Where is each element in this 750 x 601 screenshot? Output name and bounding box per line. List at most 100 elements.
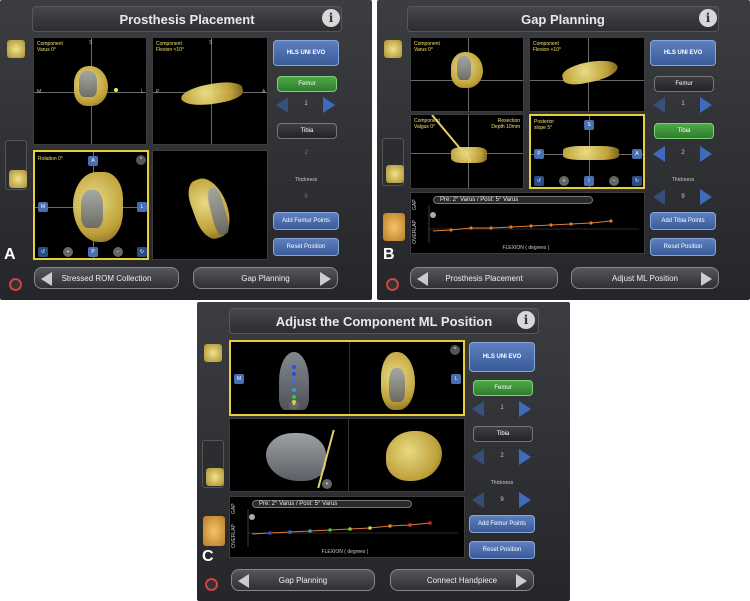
- panel-c: Adjust the Component ML Position i M + L…: [197, 302, 570, 601]
- femur-button[interactable]: Femur: [473, 380, 533, 396]
- nav-back-button[interactable]: Stressed ROM Collection: [34, 267, 179, 289]
- arrow-right-icon[interactable]: [700, 189, 712, 205]
- power-icon[interactable]: [9, 278, 22, 291]
- info-icon[interactable]: i: [699, 9, 717, 27]
- tibia-size: 2: [304, 150, 308, 156]
- knee-small-icon[interactable]: [9, 170, 27, 188]
- tibia-button[interactable]: Tibia: [654, 123, 714, 139]
- power-icon[interactable]: [205, 578, 218, 591]
- implant-button[interactable]: HLS UNI EVO: [650, 40, 716, 66]
- arrow-right-icon[interactable]: [700, 146, 712, 162]
- tibia-button[interactable]: Tibia: [473, 426, 533, 442]
- arrow-left-icon[interactable]: [472, 449, 484, 465]
- view-tibia-sagittal[interactable]: Posterior slope 5° S P A ↺ + I − ↻: [529, 114, 645, 189]
- gap-graph: Pre: 2° Varus / Post: 5° Varus GAP OVERL…: [410, 192, 645, 254]
- knee-icon[interactable]: [7, 40, 25, 58]
- view-sagittal[interactable]: Component Flexion +10°: [529, 37, 645, 112]
- rotate-left-button[interactable]: ↺: [534, 176, 544, 186]
- minus-button[interactable]: −: [609, 176, 619, 186]
- plus-button[interactable]: +: [559, 176, 569, 186]
- knee-small-icon[interactable]: [206, 468, 224, 486]
- reset-position-button[interactable]: Reset Position: [650, 238, 716, 256]
- view-label: Component Flexion +10°: [533, 41, 561, 53]
- i-button[interactable]: I: [584, 176, 594, 186]
- arrow-right-icon[interactable]: [519, 401, 531, 417]
- femur-button[interactable]: Femur: [277, 76, 337, 92]
- thickness-value: 9: [500, 497, 504, 503]
- s-button[interactable]: S: [584, 120, 594, 130]
- panel-letter: A: [4, 246, 16, 263]
- knee-icon[interactable]: [204, 344, 222, 362]
- view-sagittal[interactable]: Component Flexion <10° S P A: [152, 37, 268, 145]
- arrow-left-icon[interactable]: [276, 97, 288, 113]
- axis-label-s: S: [89, 40, 93, 46]
- implant-button[interactable]: HLS UNI EVO: [273, 40, 339, 66]
- view-tibia-coronal[interactable]: Component Valgus 0° Resection Depth 10mm: [410, 114, 524, 189]
- view-label: Resection Depth 10mm: [491, 118, 520, 130]
- arrow-right-icon[interactable]: [700, 97, 712, 113]
- implant-button[interactable]: HLS UNI EVO: [469, 342, 535, 372]
- p-button[interactable]: P: [534, 149, 544, 159]
- nav-forward-button[interactable]: Connect Handpiece: [390, 569, 534, 591]
- rotate-up-button[interactable]: A: [88, 156, 98, 166]
- knee-icon[interactable]: [384, 40, 402, 58]
- bone-cut-icon[interactable]: [203, 516, 225, 546]
- tibia-implant-model: [266, 433, 326, 481]
- info-icon[interactable]: i: [322, 9, 340, 27]
- l-button[interactable]: L: [137, 202, 147, 212]
- view-3d[interactable]: [152, 150, 268, 260]
- arrow-left-icon[interactable]: [653, 97, 665, 113]
- view-label: Component Flexion <10°: [156, 41, 184, 53]
- arrow-left-icon[interactable]: [653, 146, 665, 162]
- view-label: Component Varus 0°: [414, 41, 440, 53]
- nav-back-button[interactable]: Prosthesis Placement: [410, 267, 558, 289]
- panel-b: Gap Planning i Component Varus 0° Compon…: [377, 0, 750, 300]
- thickness-value: 9: [681, 194, 685, 200]
- arrow-right-icon[interactable]: [323, 97, 335, 113]
- view-coronal[interactable]: Component Varus 0° S M L: [33, 37, 147, 145]
- rotate-right-button[interactable]: ↻: [137, 247, 147, 257]
- femur-button[interactable]: Femur: [654, 76, 714, 92]
- panel-a: Prosthesis Placement i Component Varus 0…: [0, 0, 372, 300]
- implant-model: [457, 56, 471, 80]
- arrow-right-icon[interactable]: [519, 492, 531, 508]
- arrow-left-icon[interactable]: [472, 401, 484, 417]
- nav-forward-button[interactable]: Adjust ML Position: [571, 267, 719, 289]
- add-points-button[interactable]: Add Femur Points: [469, 515, 535, 533]
- femur-size: 1: [500, 405, 504, 411]
- m-button[interactable]: M: [38, 202, 48, 212]
- knee-small-icon[interactable]: [386, 165, 404, 183]
- reset-position-button[interactable]: Reset Position: [469, 541, 535, 559]
- add-points-button[interactable]: Add Femur Points: [273, 212, 339, 230]
- view-tibia-ml[interactable]: +: [229, 418, 465, 492]
- plus-button[interactable]: +: [63, 247, 73, 257]
- tibia-model: [386, 431, 442, 481]
- arrow-left-icon[interactable]: [653, 189, 665, 205]
- rotate-left-button[interactable]: ↺: [38, 247, 48, 257]
- power-icon[interactable]: [386, 278, 399, 291]
- view-axial[interactable]: Rotation 0° A M L ^ ↺ + P − ↻: [33, 150, 149, 260]
- nav-back-button[interactable]: Gap Planning: [231, 569, 375, 591]
- arrow-right-icon[interactable]: [519, 449, 531, 465]
- view-label: Posterior slope 5°: [534, 119, 555, 131]
- p-button[interactable]: P: [88, 247, 98, 257]
- view-femur-ml[interactable]: M + L ^: [229, 340, 465, 416]
- panel-letter: C: [202, 548, 214, 565]
- bone-cut-icon[interactable]: [383, 213, 405, 241]
- plus-button[interactable]: +: [322, 479, 332, 489]
- tibia-size: 2: [681, 150, 685, 156]
- view-label: Component Varus 0°: [37, 41, 63, 53]
- gap-graph-plot: [247, 509, 458, 547]
- add-points-button[interactable]: Add Tibia Points: [650, 212, 716, 230]
- panel-letter: B: [383, 246, 395, 263]
- rotate-right-button[interactable]: ↻: [632, 176, 642, 186]
- minus-button[interactable]: −: [113, 247, 123, 257]
- tibia-button[interactable]: Tibia: [277, 123, 337, 139]
- a-button[interactable]: A: [632, 149, 642, 159]
- view-coronal[interactable]: Component Varus 0°: [410, 37, 524, 112]
- arrow-left-icon[interactable]: [472, 492, 484, 508]
- nav-forward-button[interactable]: Gap Planning: [193, 267, 338, 289]
- reset-position-button[interactable]: Reset Position: [273, 238, 339, 256]
- info-icon[interactable]: i: [517, 311, 535, 329]
- chevron-up-icon[interactable]: ^: [136, 155, 146, 165]
